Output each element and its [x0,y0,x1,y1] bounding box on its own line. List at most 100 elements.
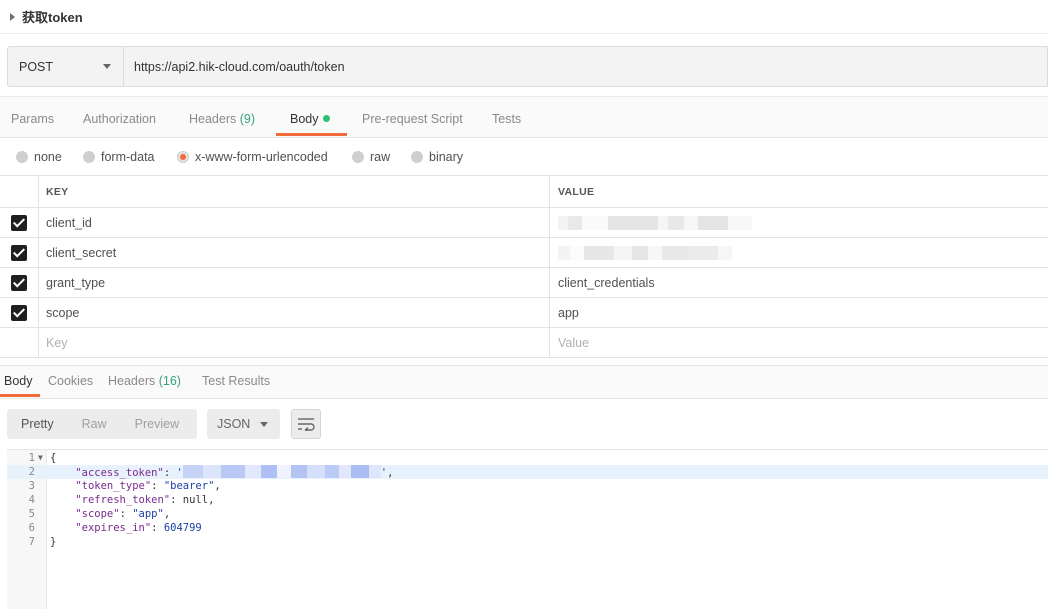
radio-circle-icon [411,151,423,163]
radio-form-data[interactable]: form-data [83,139,155,175]
response-tab-test-results[interactable]: Test Results [202,366,270,398]
table-row: client_secret [0,238,1048,268]
fold-arrow-icon[interactable]: ▼ [38,451,43,465]
tab-headers-count: (9) [239,112,256,126]
json-number-value: 604799 [163,522,202,534]
wrap-lines-button[interactable] [291,409,321,439]
param-key[interactable]: scope [39,298,550,327]
chevron-down-icon [103,64,111,69]
chevron-down-icon [260,421,268,427]
tab-tests[interactable]: Tests [492,97,521,138]
json-close-brace: } [50,536,57,548]
table-header-row: KEY VALUE [0,176,1048,208]
radio-circle-icon [352,151,364,163]
new-value-input[interactable]: Value [550,328,1048,357]
row-check-cell [0,208,39,237]
code-line-highlighted: 2 "access_token": ' ', [7,465,1048,479]
radio-circle-icon [16,151,28,163]
radio-raw[interactable]: raw [352,139,390,175]
request-title-row[interactable]: 获取token [0,0,1048,34]
url-input[interactable]: https://api2.hik-cloud.com/oauth/token [124,47,1047,86]
json-key: "token_type" [75,480,152,492]
line-number: 6 [28,522,35,534]
param-value[interactable]: client_credentials [550,268,1048,297]
checkbox-checked-icon[interactable] [11,304,27,321]
table-row-new: Key Value [0,328,1048,358]
redacted-token [182,465,381,479]
row-check-cell [0,268,39,297]
value-column-header: VALUE [558,185,595,198]
wrap-lines-icon [298,418,315,431]
line-number: 2 [28,466,35,478]
radio-checked-icon [177,151,189,163]
method-select[interactable]: POST [8,47,124,86]
active-tab-underline [276,133,347,136]
body-type-radios: none form-data x-www-form-urlencoded raw… [0,139,1048,175]
radio-urlencoded-label: x-www-form-urlencoded [195,150,328,164]
json-key: "access_token" [75,467,164,479]
tab-params[interactable]: Params [11,97,54,138]
response-tab-headers-label: Headers [108,374,156,388]
header-check-cell [0,176,39,207]
json-null-value: null [182,494,209,506]
param-key[interactable]: client_id [39,208,550,237]
tab-pre-request-script[interactable]: Pre-request Script [362,97,463,138]
table-row: grant_type client_credentials [0,268,1048,298]
param-key[interactable]: client_secret [39,238,550,267]
radio-none-label: none [34,150,62,164]
code-line: 6 "expires_in": 604799 [7,521,1048,535]
json-open-brace: { [50,452,57,464]
radio-circle-icon [83,151,95,163]
tab-authorization[interactable]: Authorization [83,97,156,138]
format-label: JSON [217,417,251,431]
param-value[interactable]: app [550,298,1048,327]
row-check-cell [0,298,39,327]
radio-binary-label: binary [429,150,464,164]
checkbox-checked-icon[interactable] [11,244,27,261]
code-line: 4 "refresh_token": null, [7,493,1048,507]
params-table: KEY VALUE client_id client_secret grant_… [0,175,1048,358]
json-string-value: "bearer" [163,480,215,492]
param-key[interactable]: grant_type [39,268,550,297]
raw-button[interactable]: Raw [68,409,121,439]
tab-headers[interactable]: Headers (9) [189,97,255,138]
line-number: 1 [28,452,35,464]
method-label: POST [19,59,54,74]
radio-form-data-label: form-data [101,150,155,164]
radio-raw-label: raw [370,150,391,164]
view-mode-group: Pretty Raw Preview [7,409,197,439]
tab-body[interactable]: Body [290,97,330,138]
code-line: 7 } [7,535,1048,549]
tab-headers-label: Headers [189,112,237,126]
new-key-input[interactable]: Key [39,328,550,357]
redacted-value [558,245,732,260]
checkbox-checked-icon[interactable] [11,274,27,291]
code-line: 1 ▼ { [7,451,1048,465]
row-check-cell [0,238,39,267]
response-tab-cookies[interactable]: Cookies [48,366,93,398]
redacted-value [558,215,752,230]
key-column-header: KEY [39,176,550,207]
radio-urlencoded[interactable]: x-www-form-urlencoded [177,139,328,175]
param-value-redacted[interactable] [550,208,1048,237]
url-bar: POST https://api2.hik-cloud.com/oauth/to… [7,46,1048,87]
response-body-viewer[interactable]: 1 ▼ { 2 "access_token": ' ', 3 "token_typ… [7,449,1048,609]
response-tabs: Body Cookies Headers (16) Test Results [0,365,1048,399]
radio-none[interactable]: none [16,139,62,175]
response-tab-headers[interactable]: Headers (16) [108,366,181,398]
code-line: 5 "scope": "app", [7,507,1048,521]
row-check-cell [0,328,39,357]
caret-right-icon[interactable] [10,12,15,21]
response-active-tab-underline [0,394,40,397]
format-select[interactable]: JSON [207,409,280,439]
radio-binary[interactable]: binary [411,139,463,175]
preview-button[interactable]: Preview [121,409,193,439]
pretty-button[interactable]: Pretty [7,409,68,439]
line-number: 7 [28,536,35,548]
checkbox-checked-icon[interactable] [11,214,27,231]
code-line: 3 "token_type": "bearer", [7,479,1048,493]
line-number: 3 [28,480,35,492]
param-value-redacted[interactable] [550,238,1048,267]
response-headers-count: (16) [158,374,181,388]
table-row: client_id [0,208,1048,238]
